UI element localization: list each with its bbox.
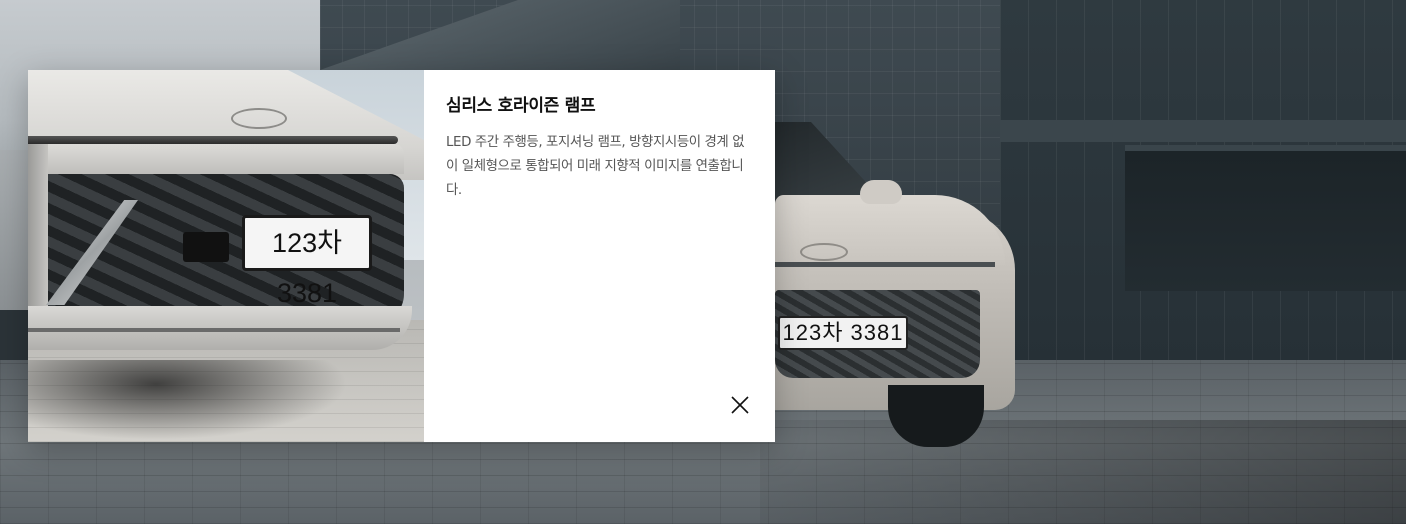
car-logo [800,243,848,261]
building-window [1125,145,1406,291]
feature-modal: 123차 3381 심리스 호라이즌 램프 LED 주간 주행등, 포지셔닝 램… [28,70,775,442]
car-wheel [888,385,984,447]
close-button[interactable] [729,394,751,416]
building-band [1000,120,1406,142]
image-car-shadow [28,360,348,440]
modal-title: 심리스 호라이즌 램프 [446,96,596,116]
modal-content: 심리스 호라이즌 램프 LED 주간 주행등, 포지셔닝 램프, 방향지시등이 … [424,70,775,442]
image-car-bumper-line [28,328,400,332]
image-car-upper-grille [28,144,404,174]
car-lightbar [775,262,995,267]
image-car-sensor [183,232,229,262]
modal-description: LED 주간 주행등, 포지셔닝 램프, 방향지시등이 경계 없이 일체형으로 … [446,135,745,198]
car-license-plate: 123차 3381 [778,316,908,350]
car-mirror [860,180,902,204]
image-horizon-lamp [28,136,398,144]
close-icon [729,394,751,416]
ground-shadow [760,420,1406,524]
image-license-plate: 123차 3381 [242,215,372,308]
modal-image: 123차 3381 [28,70,424,442]
image-car-logo [231,108,287,129]
